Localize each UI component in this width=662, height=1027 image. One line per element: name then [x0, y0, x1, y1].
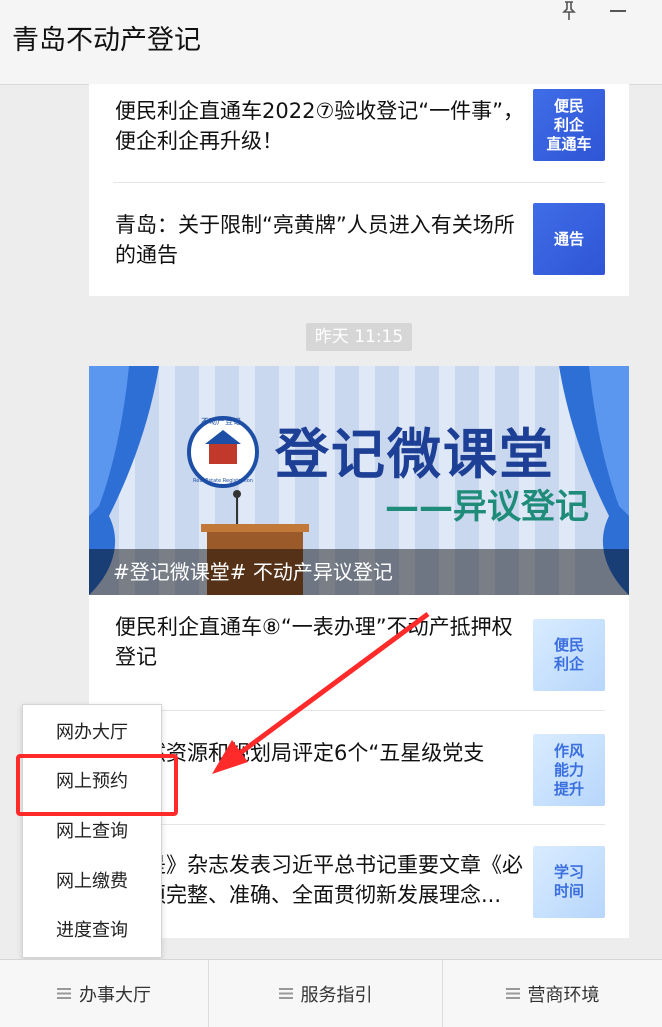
- menu-item-online-hall[interactable]: 网办大厅: [23, 708, 161, 758]
- menu-icon: [505, 988, 520, 999]
- menu-item-online-payment[interactable]: 网上缴费: [23, 857, 161, 907]
- menu-item-progress-query[interactable]: 进度查询: [23, 906, 161, 956]
- menu-icon: [278, 988, 293, 999]
- tab-business-environment[interactable]: 营商环境: [443, 960, 662, 1027]
- tab-label: 办事大厅: [79, 984, 151, 1006]
- menu-icon: [57, 988, 71, 999]
- highlight-box: [16, 754, 178, 816]
- bottom-menu-bar: 办事大厅 服务指引 营商环境: [0, 959, 662, 1027]
- tab-label: 营商环境: [527, 984, 600, 1006]
- tab-service-guide[interactable]: 服务指引: [209, 960, 442, 1027]
- popup-menu: 网办大厅 网上预约 网上查询 网上缴费 进度查询: [22, 704, 162, 958]
- tab-label: 服务指引: [300, 984, 373, 1006]
- tab-service-hall[interactable]: 办事大厅: [0, 960, 208, 1027]
